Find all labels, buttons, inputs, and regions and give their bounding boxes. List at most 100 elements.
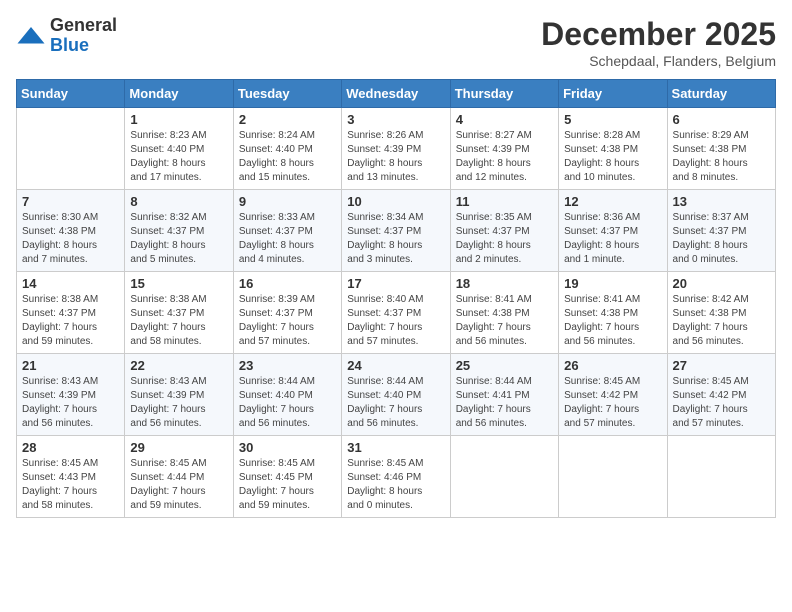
day-number: 31 bbox=[347, 440, 444, 455]
calendar-cell: 23Sunrise: 8:44 AM Sunset: 4:40 PM Dayli… bbox=[233, 354, 341, 436]
calendar-cell: 4 Sunrise: 8:27 AM Sunset: 4:39 PM Daylig… bbox=[450, 108, 558, 190]
calendar-cell: 26 Sunrise: 8:45 AM Sunset: 4:42 PM Dayli… bbox=[559, 354, 667, 436]
calendar-cell: 28 Sunrise: 8:45 AM Sunset: 4:43 PM Dayli… bbox=[17, 436, 125, 518]
calendar-cell: 2 Sunrise: 8:24 AM Sunset: 4:40 PM Daylig… bbox=[233, 108, 341, 190]
day-number: 19 bbox=[564, 276, 661, 291]
weekday-header: Saturday bbox=[667, 80, 775, 108]
calendar-cell: 16Sunrise: 8:39 AM Sunset: 4:37 PM Dayli… bbox=[233, 272, 341, 354]
day-info: Sunrise: 8:37 AM Sunset: 4:37 PM Dayligh… bbox=[673, 211, 770, 267]
calendar-cell: 31Sunrise: 8:45 AM Sunset: 4:46 PM Dayli… bbox=[342, 436, 450, 518]
calendar-cell bbox=[559, 436, 667, 518]
calendar-cell bbox=[450, 436, 558, 518]
day-info: Sunrise: 8:40 AM Sunset: 4:37 PM Dayligh… bbox=[347, 293, 444, 349]
calendar-week-row: 21Sunrise: 8:43 AM Sunset: 4:39 PM Dayli… bbox=[17, 354, 776, 436]
day-info: Sunrise: 8:45 AM Sunset: 4:45 PM Dayligh… bbox=[239, 457, 336, 513]
month-title: December 2025 bbox=[541, 16, 776, 53]
day-number: 22 bbox=[130, 358, 227, 373]
day-info: Sunrise: 8:30 AM Sunset: 4:38 PM Dayligh… bbox=[22, 211, 119, 267]
day-info: Sunrise: 8:38 AM Sunset: 4:37 PM Dayligh… bbox=[130, 293, 227, 349]
day-info: Sunrise: 8:43 AM Sunset: 4:39 PM Dayligh… bbox=[130, 375, 227, 431]
page-header: General Blue December 2025 Schepdaal, Fl… bbox=[16, 16, 776, 69]
day-number: 3 bbox=[347, 112, 444, 127]
day-info: Sunrise: 8:28 AM Sunset: 4:38 PM Dayligh… bbox=[564, 129, 661, 185]
calendar-cell: 6Sunrise: 8:29 AM Sunset: 4:38 PM Daylig… bbox=[667, 108, 775, 190]
day-number: 30 bbox=[239, 440, 336, 455]
day-number: 8 bbox=[130, 194, 227, 209]
day-info: Sunrise: 8:26 AM Sunset: 4:39 PM Dayligh… bbox=[347, 129, 444, 185]
day-number: 26 bbox=[564, 358, 661, 373]
location: Schepdaal, Flanders, Belgium bbox=[541, 53, 776, 69]
day-info: Sunrise: 8:45 AM Sunset: 4:44 PM Dayligh… bbox=[130, 457, 227, 513]
day-number: 11 bbox=[456, 194, 553, 209]
calendar-cell: 25 Sunrise: 8:44 AM Sunset: 4:41 PM Dayli… bbox=[450, 354, 558, 436]
calendar-cell: 22 Sunrise: 8:43 AM Sunset: 4:39 PM Dayli… bbox=[125, 354, 233, 436]
weekday-header: Tuesday bbox=[233, 80, 341, 108]
calendar-cell: 1Sunrise: 8:23 AM Sunset: 4:40 PM Daylig… bbox=[125, 108, 233, 190]
day-info: Sunrise: 8:33 AM Sunset: 4:37 PM Dayligh… bbox=[239, 211, 336, 267]
weekday-header: Monday bbox=[125, 80, 233, 108]
day-number: 24 bbox=[347, 358, 444, 373]
day-number: 18 bbox=[456, 276, 553, 291]
day-info: Sunrise: 8:41 AM Sunset: 4:38 PM Dayligh… bbox=[564, 293, 661, 349]
day-number: 28 bbox=[22, 440, 119, 455]
day-info: Sunrise: 8:43 AM Sunset: 4:39 PM Dayligh… bbox=[22, 375, 119, 431]
calendar-cell: 11 Sunrise: 8:35 AM Sunset: 4:37 PM Dayli… bbox=[450, 190, 558, 272]
day-number: 7 bbox=[22, 194, 119, 209]
calendar-cell: 19 Sunrise: 8:41 AM Sunset: 4:38 PM Dayli… bbox=[559, 272, 667, 354]
day-info: Sunrise: 8:45 AM Sunset: 4:43 PM Dayligh… bbox=[22, 457, 119, 513]
day-number: 4 bbox=[456, 112, 553, 127]
weekday-header: Friday bbox=[559, 80, 667, 108]
logo-blue: Blue bbox=[50, 36, 117, 56]
calendar-cell: 8Sunrise: 8:32 AM Sunset: 4:37 PM Daylig… bbox=[125, 190, 233, 272]
day-number: 10 bbox=[347, 194, 444, 209]
logo-text: General Blue bbox=[50, 16, 117, 56]
day-number: 2 bbox=[239, 112, 336, 127]
logo-general: General bbox=[50, 16, 117, 36]
day-number: 16 bbox=[239, 276, 336, 291]
calendar-cell: 17 Sunrise: 8:40 AM Sunset: 4:37 PM Dayli… bbox=[342, 272, 450, 354]
calendar-week-row: 7 Sunrise: 8:30 AM Sunset: 4:38 PM Daylig… bbox=[17, 190, 776, 272]
calendar-cell: 5Sunrise: 8:28 AM Sunset: 4:38 PM Daylig… bbox=[559, 108, 667, 190]
day-number: 29 bbox=[130, 440, 227, 455]
day-info: Sunrise: 8:23 AM Sunset: 4:40 PM Dayligh… bbox=[130, 129, 227, 185]
day-number: 15 bbox=[130, 276, 227, 291]
day-info: Sunrise: 8:41 AM Sunset: 4:38 PM Dayligh… bbox=[456, 293, 553, 349]
day-info: Sunrise: 8:44 AM Sunset: 4:41 PM Dayligh… bbox=[456, 375, 553, 431]
day-number: 14 bbox=[22, 276, 119, 291]
day-info: Sunrise: 8:24 AM Sunset: 4:40 PM Dayligh… bbox=[239, 129, 336, 185]
day-info: Sunrise: 8:42 AM Sunset: 4:38 PM Dayligh… bbox=[673, 293, 770, 349]
calendar-week-row: 28 Sunrise: 8:45 AM Sunset: 4:43 PM Dayli… bbox=[17, 436, 776, 518]
title-block: December 2025 Schepdaal, Flanders, Belgi… bbox=[541, 16, 776, 69]
day-number: 9 bbox=[239, 194, 336, 209]
day-number: 6 bbox=[673, 112, 770, 127]
weekday-header: Wednesday bbox=[342, 80, 450, 108]
day-number: 25 bbox=[456, 358, 553, 373]
day-info: Sunrise: 8:27 AM Sunset: 4:39 PM Dayligh… bbox=[456, 129, 553, 185]
day-info: Sunrise: 8:38 AM Sunset: 4:37 PM Dayligh… bbox=[22, 293, 119, 349]
calendar-cell: 29 Sunrise: 8:45 AM Sunset: 4:44 PM Dayli… bbox=[125, 436, 233, 518]
day-number: 12 bbox=[564, 194, 661, 209]
calendar-cell: 7 Sunrise: 8:30 AM Sunset: 4:38 PM Daylig… bbox=[17, 190, 125, 272]
day-info: Sunrise: 8:34 AM Sunset: 4:37 PM Dayligh… bbox=[347, 211, 444, 267]
day-info: Sunrise: 8:45 AM Sunset: 4:42 PM Dayligh… bbox=[564, 375, 661, 431]
day-info: Sunrise: 8:45 AM Sunset: 4:42 PM Dayligh… bbox=[673, 375, 770, 431]
day-number: 13 bbox=[673, 194, 770, 209]
weekday-header: Thursday bbox=[450, 80, 558, 108]
day-info: Sunrise: 8:35 AM Sunset: 4:37 PM Dayligh… bbox=[456, 211, 553, 267]
day-info: Sunrise: 8:44 AM Sunset: 4:40 PM Dayligh… bbox=[347, 375, 444, 431]
calendar-cell: 10 Sunrise: 8:34 AM Sunset: 4:37 PM Dayli… bbox=[342, 190, 450, 272]
calendar-cell: 21Sunrise: 8:43 AM Sunset: 4:39 PM Dayli… bbox=[17, 354, 125, 436]
calendar-cell: 30 Sunrise: 8:45 AM Sunset: 4:45 PM Dayli… bbox=[233, 436, 341, 518]
day-number: 17 bbox=[347, 276, 444, 291]
calendar-cell: 15 Sunrise: 8:38 AM Sunset: 4:37 PM Dayli… bbox=[125, 272, 233, 354]
day-number: 23 bbox=[239, 358, 336, 373]
calendar-week-row: 1Sunrise: 8:23 AM Sunset: 4:40 PM Daylig… bbox=[17, 108, 776, 190]
calendar-cell: 13 Sunrise: 8:37 AM Sunset: 4:37 PM Dayli… bbox=[667, 190, 775, 272]
calendar-cell bbox=[17, 108, 125, 190]
day-number: 27 bbox=[673, 358, 770, 373]
calendar-cell: 20Sunrise: 8:42 AM Sunset: 4:38 PM Dayli… bbox=[667, 272, 775, 354]
day-info: Sunrise: 8:36 AM Sunset: 4:37 PM Dayligh… bbox=[564, 211, 661, 267]
calendar-cell: 24 Sunrise: 8:44 AM Sunset: 4:40 PM Dayli… bbox=[342, 354, 450, 436]
calendar-cell: 14 Sunrise: 8:38 AM Sunset: 4:37 PM Dayli… bbox=[17, 272, 125, 354]
calendar-cell: 12 Sunrise: 8:36 AM Sunset: 4:37 PM Dayli… bbox=[559, 190, 667, 272]
